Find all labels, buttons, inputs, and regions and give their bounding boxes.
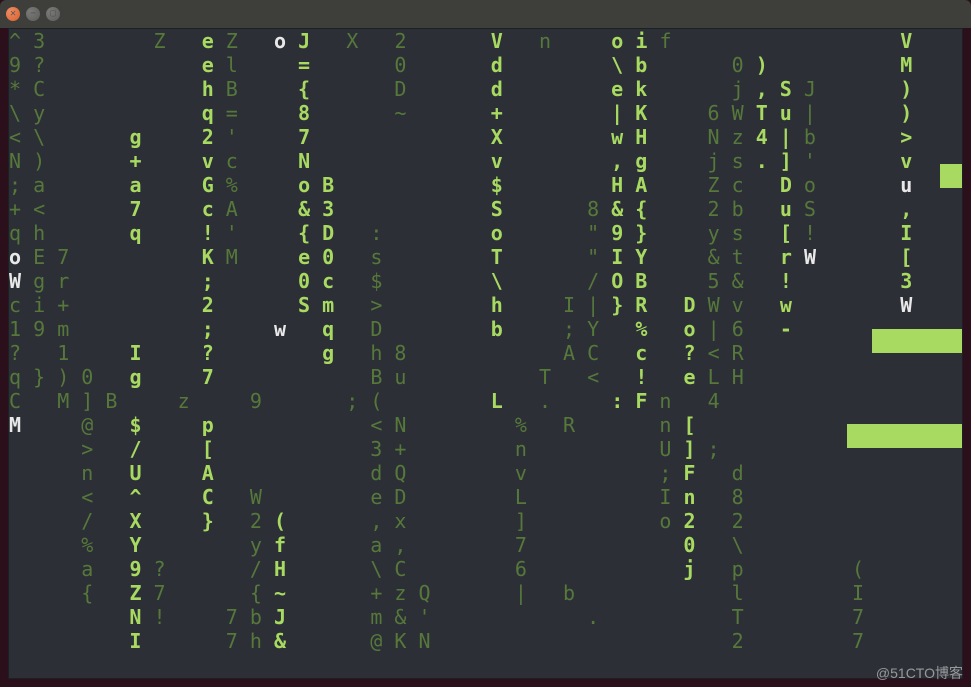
terminal-viewport[interactable]: ^ 3 Z e Z o J X 2 V n o i f V 9 ? e l = … <box>8 28 963 679</box>
cursor-highlight <box>940 164 962 188</box>
window-close-button[interactable]: ✕ <box>6 7 20 21</box>
watermark-text: @51CTO博客 <box>876 663 963 683</box>
cursor-highlight <box>847 424 962 448</box>
cursor-highlight <box>872 329 962 353</box>
window-maximize-button[interactable]: ▢ <box>46 7 60 21</box>
matrix-rain-output: ^ 3 Z e Z o J X 2 V n o i f V 9 ? e l = … <box>9 29 962 653</box>
app-window: ✕ − ▢ ^ 3 Z e Z o J X 2 V n o i f V 9 ? … <box>0 0 971 687</box>
window-titlebar: ✕ − ▢ <box>0 0 971 28</box>
window-minimize-button[interactable]: − <box>26 7 40 21</box>
